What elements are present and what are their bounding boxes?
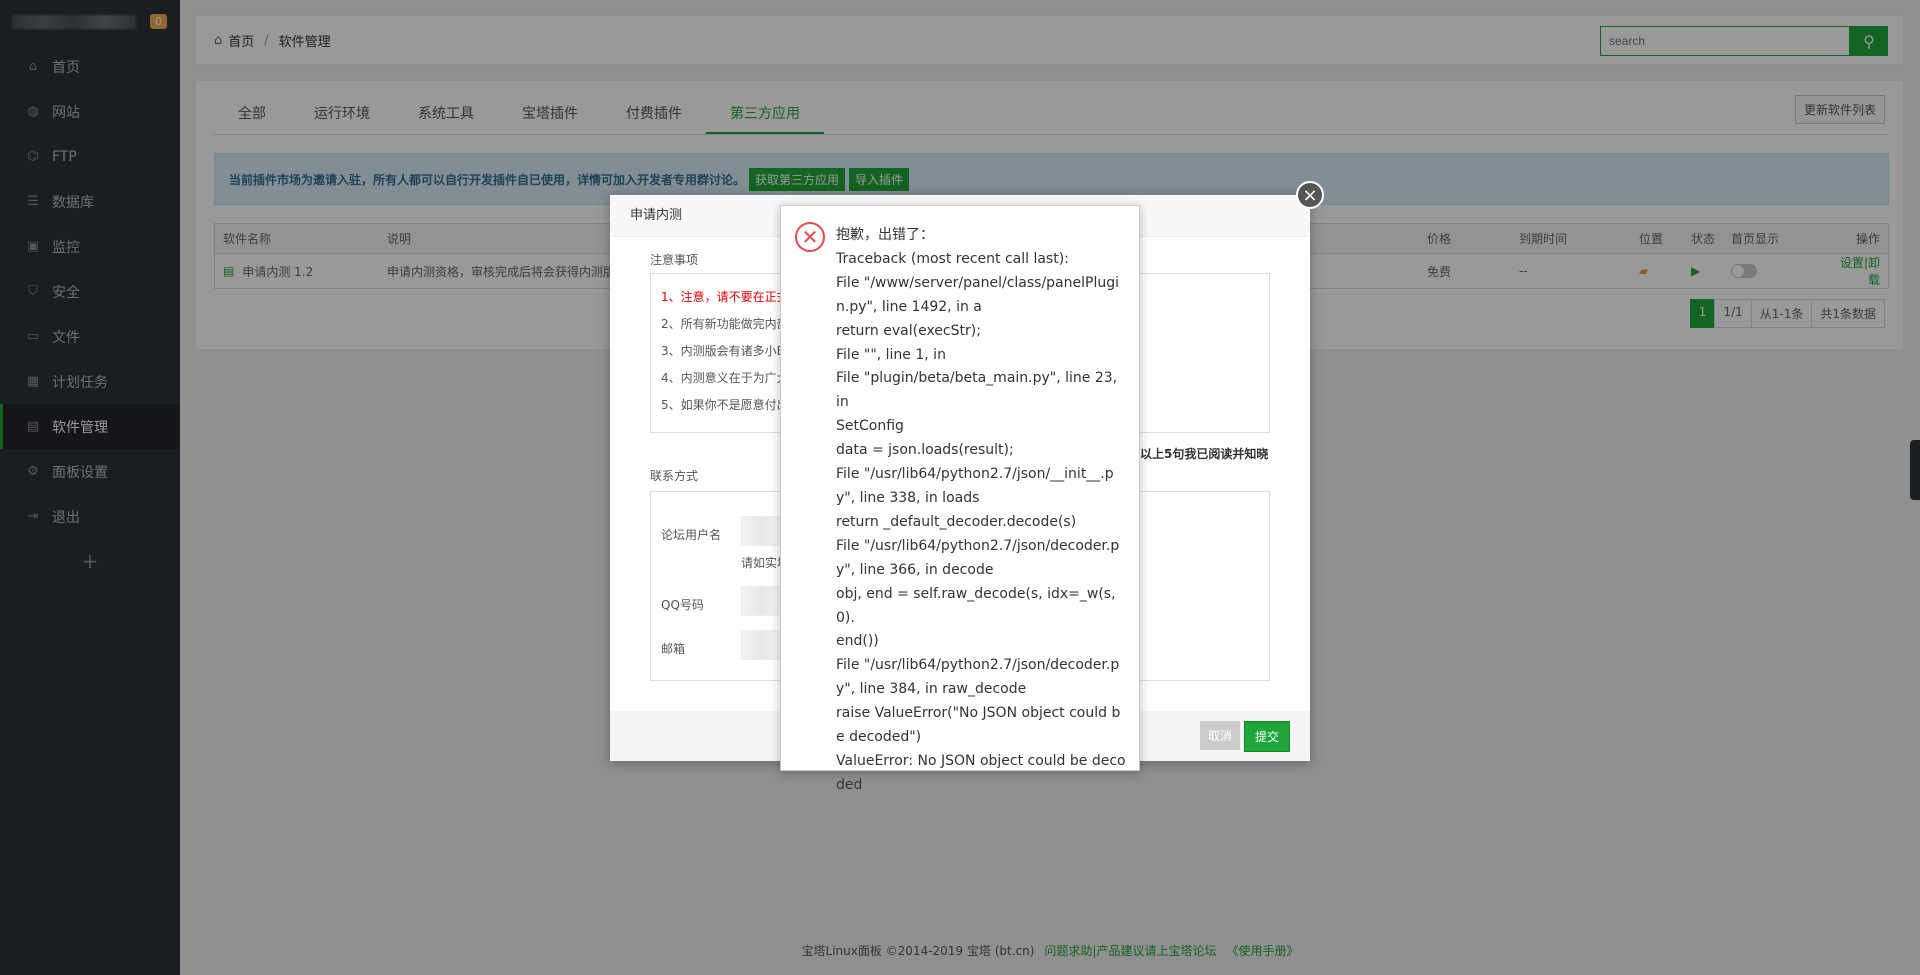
close-icon: × (1302, 184, 1318, 206)
error-line: ValueError: No JSON object could be deco (836, 752, 1126, 769)
forum-user-label: 论坛用户名 (661, 528, 722, 542)
notes-label: 注意事项 (650, 253, 699, 267)
error-line: y", line 384, in raw_decode (836, 681, 1027, 698)
read-confirm-text[interactable]: 以上5句我已阅读并知晓 (1140, 445, 1268, 462)
error-line: 抱歉，出错了： (836, 227, 934, 243)
error-text: 抱歉，出错了： Traceback (most recent call last)… (836, 224, 1126, 798)
error-message-box: ✕ 抱歉，出错了： Traceback (most recent call las… (780, 205, 1140, 793)
error-line: y", line 366, in decode (836, 561, 994, 578)
error-line: n.py", line 1492, in a (836, 298, 982, 315)
error-line: raise ValueError("No JSON object could b (836, 705, 1121, 722)
email-label: 邮箱 (661, 642, 686, 656)
error-line: File "plugin/beta/beta_main.py", line 23… (836, 370, 1118, 411)
error-line: File "/www/server/panel/class/panelPlugi (836, 274, 1119, 291)
error-line: return _default_decoder.decode(s) (836, 513, 1077, 530)
error-line: obj, end = self.raw_decode(s, idx=_w(s, … (836, 585, 1116, 626)
submit-button[interactable]: 提交 (1243, 721, 1290, 752)
error-line: File "/usr/lib64/python2.7/json/decoder.… (836, 657, 1120, 674)
email-input[interactable] (741, 630, 781, 660)
error-line: y", line 338, in loads (836, 489, 980, 506)
error-line: e decoded") (836, 729, 922, 746)
error-line: File "/usr/lib64/python2.7/json/__init__… (836, 466, 1114, 483)
error-line: data = json.loads(result); (836, 442, 1014, 459)
qq-label: QQ号码 (661, 598, 704, 612)
cancel-button[interactable]: 取消 (1199, 721, 1240, 750)
contact-label: 联系方式 (650, 469, 699, 483)
forum-user-input[interactable] (741, 516, 781, 546)
error-line: end()) (836, 633, 879, 650)
error-icon: ✕ (795, 222, 825, 252)
error-line: return eval(execStr); (836, 322, 981, 339)
error-line: File "", line 1, in (836, 346, 946, 363)
close-button[interactable]: × (1296, 181, 1324, 209)
error-line: ded (836, 776, 863, 793)
error-line: Traceback (most recent call last): (836, 250, 1069, 267)
error-line: File "/usr/lib64/python2.7/json/decoder.… (836, 537, 1120, 554)
qq-input[interactable] (741, 586, 781, 616)
error-line: SetConfig (836, 418, 904, 435)
